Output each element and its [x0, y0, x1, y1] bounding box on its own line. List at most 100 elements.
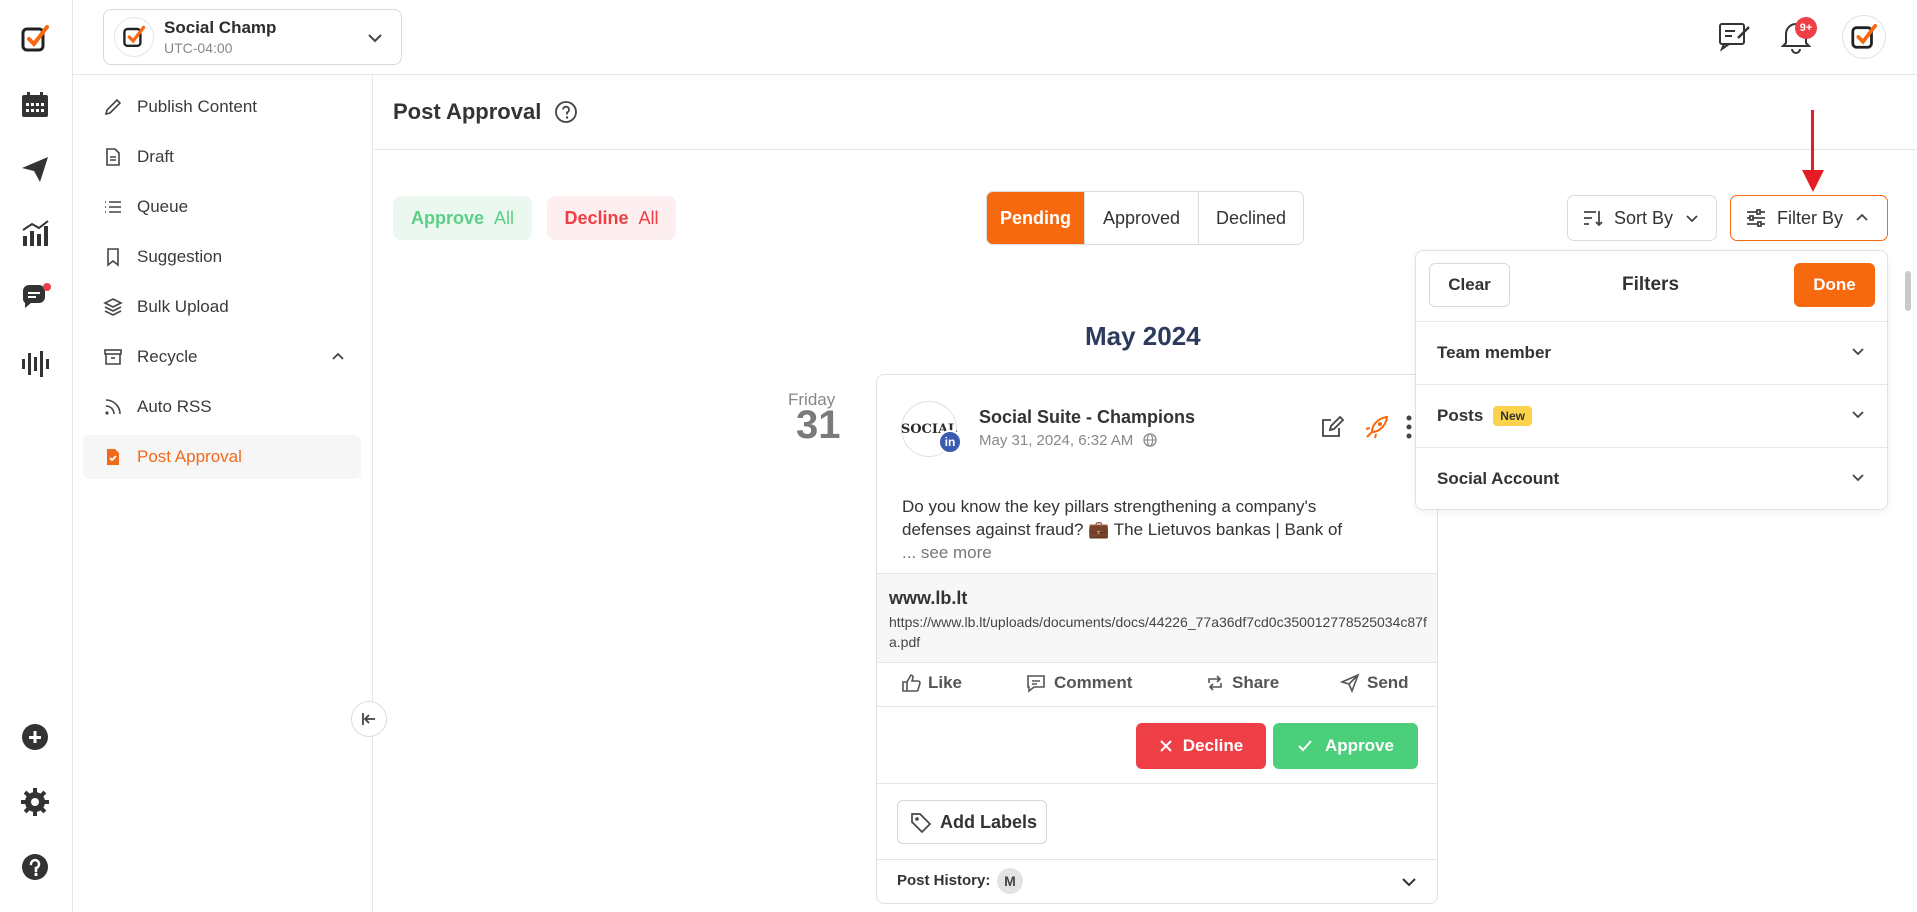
sidebar-item-publish-content[interactable]: Publish Content [83, 85, 361, 129]
app-logo-icon[interactable] [17, 21, 53, 57]
workspace-logo-icon [114, 17, 154, 57]
help-icon[interactable] [17, 849, 53, 885]
history-user-avatar: M [997, 868, 1023, 894]
done-button[interactable]: Done [1794, 263, 1875, 307]
rss-icon [105, 399, 121, 415]
link-preview[interactable]: www.lb.lt https://www.lb.lt/uploads/docu… [877, 573, 1437, 663]
sidebar-item-recycle[interactable]: Recycle [83, 335, 361, 379]
page-scrollbar[interactable] [1905, 271, 1911, 311]
approve-all-button[interactable]: Approve All [393, 196, 532, 240]
new-badge: New [1493, 406, 1532, 426]
add-labels-label: Add Labels [940, 811, 1038, 832]
send-action[interactable]: Send [1340, 673, 1409, 693]
add-icon[interactable] [17, 719, 53, 755]
more-options-icon[interactable] [1403, 413, 1415, 441]
workspace-timezone: UTC-04:00 [164, 40, 233, 56]
filter-by-button[interactable]: Filter By [1730, 195, 1888, 241]
send-label: Send [1367, 673, 1409, 692]
notifications-bell-icon[interactable]: 9+ [1779, 17, 1819, 58]
thumbs-up-icon [902, 674, 921, 692]
layers-icon [103, 298, 123, 316]
boost-rocket-icon[interactable] [1363, 415, 1389, 441]
comment-label: Comment [1054, 673, 1133, 692]
compose-icon[interactable] [1716, 18, 1752, 59]
settings-icon[interactable] [17, 784, 53, 820]
tab-pending[interactable]: Pending [987, 192, 1085, 244]
comment-action[interactable]: Comment [1025, 673, 1132, 693]
sidebar-item-bulk-upload[interactable]: Bulk Upload [83, 285, 361, 329]
collapse-left-icon [362, 713, 375, 725]
filter-section-team-member[interactable]: Team member [1416, 321, 1887, 384]
linkedin-icon: in [938, 430, 962, 454]
chevron-down-icon[interactable] [1401, 874, 1417, 890]
clear-filters-button[interactable]: Clear [1429, 263, 1510, 307]
approve-all-label: Approve [410, 207, 484, 228]
messages-icon[interactable] [17, 281, 53, 317]
sidebar-item-label: Suggestion [137, 247, 223, 266]
sort-icon [1584, 211, 1603, 227]
analytics-icon[interactable] [17, 215, 53, 251]
divider [877, 859, 1437, 860]
link-url: https://www.lb.lt/uploads/documents/docs… [889, 614, 1427, 650]
chevron-up-icon [1856, 213, 1868, 221]
icon-rail [0, 0, 73, 912]
tab-approved[interactable]: Approved [1085, 192, 1199, 244]
filter-by-label: Filter By [1777, 207, 1844, 228]
divider [877, 783, 1437, 784]
workspace-selector[interactable]: Social Champ UTC-04:00 [103, 9, 402, 65]
sidebar-item-suggestion[interactable]: Suggestion [83, 235, 361, 279]
sidebar-item-label: Publish Content [137, 97, 258, 116]
decline-all-button[interactable]: Decline All [547, 196, 676, 240]
post-date-text: May 31, 2024, 6:32 AM [979, 432, 1134, 449]
edit-icon[interactable] [1321, 415, 1345, 439]
tab-declined[interactable]: Declined [1199, 192, 1303, 244]
chevron-down-icon [1852, 474, 1864, 482]
calendar-icon[interactable] [17, 87, 53, 123]
send-icon[interactable] [17, 151, 53, 187]
decline-button[interactable]: Decline [1136, 723, 1266, 769]
see-more-link[interactable]: ... see more [902, 543, 992, 563]
approve-button[interactable]: Approve [1273, 723, 1418, 769]
post-text-line: Do you know the key pillars strengthenin… [902, 497, 1317, 516]
paper-plane-icon [1340, 673, 1360, 693]
repost-icon [1208, 675, 1222, 691]
like-action[interactable]: Like [901, 673, 962, 693]
post-text: Do you know the key pillars strengthenin… [902, 495, 1402, 541]
workspace-name: Social Champ [164, 18, 277, 37]
document-icon [106, 148, 120, 166]
list-icon [105, 201, 121, 213]
bookmark-icon [107, 248, 119, 267]
sort-by-label: Sort By [1614, 207, 1674, 228]
help-circle-icon[interactable] [554, 100, 578, 124]
sidebar-item-label: Post Approval [137, 447, 242, 466]
sidebar-item-draft[interactable]: Draft [83, 135, 361, 179]
filter-dropdown: Clear Filters Done Team member Posts New… [1415, 250, 1888, 510]
sidebar: Publish Content Draft Queue Suggestion B… [73, 75, 373, 912]
check-icon [1298, 740, 1312, 752]
sidebar-item-label: Bulk Upload [137, 297, 229, 316]
filter-section-label: Social Account [1437, 469, 1560, 488]
filter-section-posts[interactable]: Posts New [1416, 384, 1887, 447]
page-header: Post Approval [374, 75, 1917, 150]
arrow-down-annotation-icon [1802, 110, 1824, 192]
post-history-label: Post History: [897, 872, 991, 889]
share-action[interactable]: Share [1205, 673, 1279, 693]
chevron-down-icon [1686, 215, 1698, 223]
like-label: Like [928, 673, 963, 692]
chevron-up-icon[interactable] [331, 350, 345, 364]
add-labels-button[interactable]: Add Labels [897, 800, 1047, 844]
collapse-sidebar-button[interactable] [351, 701, 387, 737]
sort-by-button[interactable]: Sort By [1567, 195, 1717, 241]
post-date: May 31, 2024, 6:32 AM [979, 432, 1158, 449]
approve-all-suffix: All [494, 207, 515, 228]
tag-icon [911, 813, 932, 833]
sidebar-item-auto-rss[interactable]: Auto RSS [83, 385, 361, 429]
filter-section-social-account[interactable]: Social Account [1416, 447, 1887, 510]
sidebar-item-queue[interactable]: Queue [83, 185, 361, 229]
sidebar-item-post-approval[interactable]: Post Approval [83, 435, 361, 479]
approval-document-icon [107, 449, 119, 465]
listening-icon[interactable] [17, 346, 53, 382]
approve-label: Approve [1325, 736, 1394, 755]
link-domain: www.lb.lt [889, 588, 968, 608]
profile-avatar[interactable] [1842, 15, 1886, 59]
